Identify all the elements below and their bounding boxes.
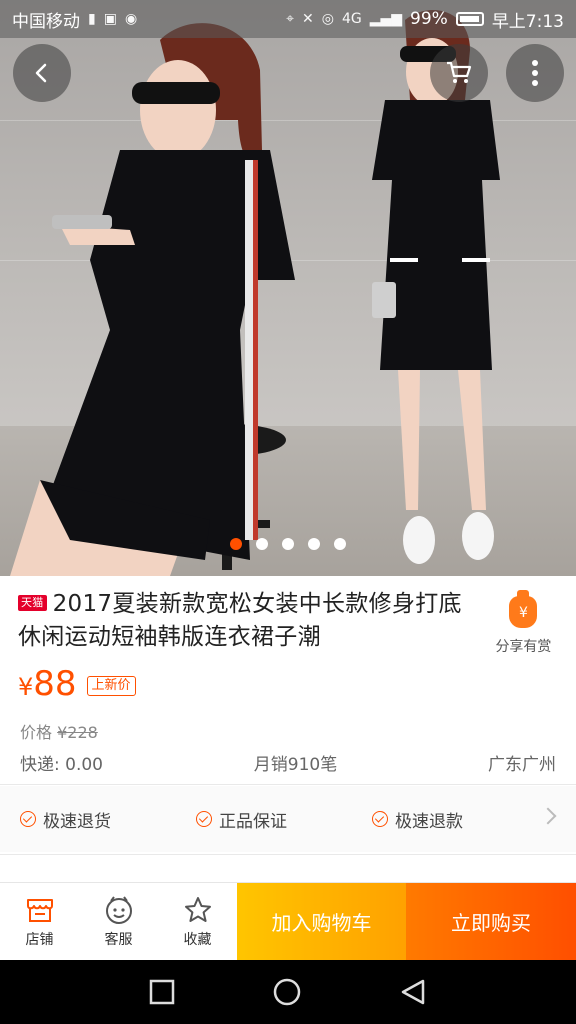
battery-percent: 99% (410, 9, 448, 29)
currency-symbol: ¥ (18, 673, 34, 701)
shop-button[interactable]: 店铺 (0, 883, 79, 960)
product-info: 天猫 2017夏装新款宽松女装中长款修身打底休闲运动短袖韩版连衣裙子潮 ¥ 分享有… (0, 576, 576, 855)
app-notification-icon: ▣ (103, 11, 117, 27)
more-icon (532, 60, 538, 86)
check-circle-icon (196, 811, 212, 827)
more-button[interactable] (506, 44, 564, 102)
guarantee-item: 极速退货 (20, 807, 196, 832)
share-reward-button[interactable]: ¥ 分享有赏 (483, 588, 564, 656)
image-pager[interactable] (230, 538, 346, 550)
product-image-gallery[interactable]: 中国移动 ▮ ▣ ◉ ⌖ ✕ ◎ 4G ▂▄▆ 99% 早上7:13 (0, 0, 576, 576)
divider (0, 854, 576, 855)
signal-icon: ▂▄▆ (369, 11, 403, 27)
guarantee-label: 正品保证 (219, 811, 287, 832)
star-icon (181, 895, 215, 925)
price-value: 88 (33, 664, 77, 704)
shipping-fee: 快递: 0.00 (20, 755, 103, 775)
status-bar: 中国移动 ▮ ▣ ◉ ⌖ ✕ ◎ 4G ▂▄▆ 99% 早上7:13 (0, 0, 576, 38)
back-icon (35, 63, 47, 83)
network-type: 4G (341, 11, 362, 27)
product-title-text: 2017夏装新款宽松女装中长款修身打底休闲运动短袖韩版连衣裙子潮 (18, 591, 462, 650)
monthly-sales: 月销910笔 (253, 755, 338, 775)
customer-service-button[interactable]: 客服 (79, 883, 158, 960)
pager-dot[interactable] (334, 538, 346, 550)
ship-from-location: 广东广州 (488, 755, 556, 775)
pager-dot[interactable] (256, 538, 268, 550)
guarantee-item: 正品保证 (196, 807, 372, 832)
favorite-button[interactable]: 收藏 (158, 883, 237, 960)
shop-label: 店铺 (25, 931, 54, 948)
add-to-cart-button[interactable]: 加入购物车 (237, 883, 406, 960)
pager-dot[interactable] (308, 538, 320, 550)
current-price: ¥88 (18, 664, 77, 707)
eye-icon: ◎ (321, 11, 334, 27)
divider (0, 784, 576, 785)
pager-dot[interactable] (230, 538, 242, 550)
clock: 早上7:13 (491, 11, 564, 32)
mute-icon: ✕ (301, 11, 314, 27)
service-label: 客服 (104, 931, 133, 948)
tmall-badge: 天猫 (18, 594, 47, 611)
wechat-icon: ◉ (124, 11, 138, 27)
notification-icon: ▮ (88, 11, 96, 27)
original-price-value: ¥228 (57, 723, 98, 742)
system-navigation-bar (0, 960, 576, 1024)
service-guarantees[interactable]: 极速退货 正品保证 极速退款 (0, 786, 576, 852)
guarantee-label: 极速退货 (43, 811, 111, 832)
back-nav-icon[interactable] (399, 978, 427, 1006)
home-icon[interactable] (272, 977, 302, 1007)
cart-icon (447, 61, 472, 83)
new-price-tag: 上新价 (86, 675, 136, 696)
favorite-label: 收藏 (183, 931, 212, 948)
carrier-name: 中国移动 (12, 11, 80, 32)
product-photo (10, 10, 500, 576)
guarantee-label: 极速退款 (395, 811, 463, 832)
recent-apps-icon[interactable] (149, 979, 175, 1005)
pager-dot[interactable] (282, 538, 294, 550)
back-button[interactable] (13, 44, 71, 102)
guarantee-item: 极速退款 (372, 807, 548, 832)
original-price-label: 价格 (20, 723, 53, 742)
share-label: 分享有赏 (495, 639, 552, 655)
cart-button[interactable] (430, 44, 488, 102)
check-circle-icon (372, 811, 388, 827)
shipping-sales-location: 快递: 0.00 月销910笔 广东广州 (20, 750, 556, 775)
location-icon: ⌖ (286, 11, 294, 27)
battery-icon (455, 12, 484, 26)
buy-now-button[interactable]: 立即购买 (406, 883, 576, 960)
customer-service-icon (102, 895, 136, 925)
check-circle-icon (20, 811, 36, 827)
product-title: 天猫 2017夏装新款宽松女装中长款修身打底休闲运动短袖韩版连衣裙子潮 (18, 588, 483, 656)
money-bag-icon: ¥ (509, 590, 538, 628)
shop-icon (23, 895, 57, 925)
original-price: 价格 ¥228 (0, 707, 576, 743)
bottom-action-bar: 店铺 客服 收藏 加入购物车 立即购买 (0, 882, 576, 960)
